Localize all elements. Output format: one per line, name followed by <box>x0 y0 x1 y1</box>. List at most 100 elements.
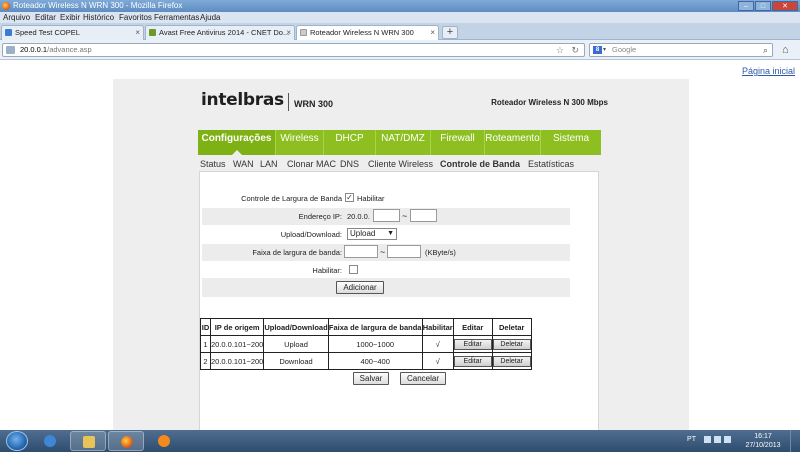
tab-avast[interactable]: Avast Free Antivirus 2014 - CNET Do... × <box>145 25 295 40</box>
menu-ajuda[interactable]: Ajuda <box>200 12 220 23</box>
minimize-icon[interactable]: – <box>738 1 754 11</box>
direction-selected-value: Upload <box>350 229 376 238</box>
url-path: /advance.asp <box>47 45 92 54</box>
menu-editar[interactable]: Editar <box>35 12 56 23</box>
action-center-icon[interactable] <box>704 436 711 443</box>
delete-button[interactable]: Deletar <box>492 338 531 350</box>
navigation-bar: 20.0.0.1/advance.asp ☆ ↻ 8 ▾ Google ⌕ ⌂ <box>0 40 800 60</box>
close-tab-icon[interactable]: × <box>286 26 291 39</box>
window-title: Roteador Wireless N WRN 300 - Mozilla Fi… <box>13 1 183 10</box>
col-band: Faixa de largura de banda <box>327 318 423 336</box>
tab-router[interactable]: Roteador Wireless N WRN 300 × <box>296 25 439 40</box>
band-max-input[interactable] <box>387 245 421 258</box>
delete-button[interactable]: Deletar <box>492 355 531 367</box>
maximize-icon[interactable]: □ <box>755 1 771 11</box>
col-delete: Deletar <box>491 318 532 336</box>
intelbras-logo: intelbras <box>201 90 284 110</box>
taskbar-explorer[interactable] <box>70 431 106 451</box>
ip-label: Endereço IP: <box>298 212 342 221</box>
taskbar-firefox[interactable] <box>108 431 144 451</box>
nav-configuracoes[interactable]: Configurações <box>198 130 276 155</box>
edit-button[interactable]: Editar <box>453 355 492 367</box>
menu-exibir[interactable]: Exibir <box>60 12 80 23</box>
menu-ferramentas[interactable]: Ferramentas <box>154 12 199 23</box>
menu-historico[interactable]: Histórico <box>83 12 114 23</box>
ip-end-input[interactable] <box>410 209 437 222</box>
bookmark-star-icon[interactable]: ☆ <box>556 44 564 56</box>
band-min-input[interactable] <box>344 245 378 258</box>
col-enabled: Habilitar <box>421 318 454 336</box>
row-id: 2 <box>200 352 211 370</box>
search-engine-dropdown-icon[interactable]: ▾ <box>603 44 606 56</box>
nav-roteamento[interactable]: Roteamento <box>485 130 541 155</box>
home-page-link[interactable]: Página inicial <box>742 66 795 76</box>
chevron-down-icon: ▼ <box>387 230 394 237</box>
bw-control-label: Controle de Largura de Banda <box>241 194 342 203</box>
subnav-status[interactable]: Status <box>200 159 226 169</box>
url-bar[interactable]: 20.0.0.1/advance.asp ☆ ↻ <box>2 43 585 57</box>
page-viewport: Página inicial intelbras WRN 300 Roteado… <box>0 61 800 430</box>
show-desktop-button[interactable] <box>790 430 800 452</box>
close-tab-icon[interactable]: × <box>430 26 435 39</box>
subnav-lan[interactable]: LAN <box>260 159 278 169</box>
new-tab-button[interactable]: + <box>442 26 458 39</box>
taskbar-media-player[interactable] <box>146 431 182 451</box>
col-ip: IP de origem <box>209 318 265 336</box>
bw-control-row: Controle de Largura de Banda ✓ Habilitar <box>200 190 570 207</box>
menu-favoritos[interactable]: Favoritos <box>119 12 152 23</box>
clock-date: 27/10/2013 <box>745 442 781 449</box>
table-row: 1 20.0.0.101~200 Upload 1000~1000 √ Edit… <box>200 335 532 353</box>
nav-sistema[interactable]: Sistema <box>541 130 601 155</box>
subnav-cliente-wireless[interactable]: Cliente Wireless <box>368 159 433 169</box>
language-indicator[interactable]: PT <box>687 436 696 443</box>
direction-label: Upload/Download: <box>280 230 342 239</box>
add-button[interactable]: Adicionar <box>336 281 384 294</box>
media-player-icon <box>158 435 170 447</box>
refresh-icon[interactable]: ↻ <box>571 44 579 56</box>
tab-speed-test[interactable]: Speed Test COPEL × <box>1 25 144 40</box>
ip-start-input[interactable] <box>373 209 400 222</box>
site-identity-icon[interactable] <box>6 46 15 54</box>
product-title: Roteador Wireless N 300 Mbps <box>491 98 608 107</box>
cancel-button[interactable]: Cancelar <box>400 372 446 385</box>
table-row: 2 20.0.0.101~200 Download 400~400 √ Edit… <box>200 352 532 370</box>
menu-arquivo[interactable]: Arquivo <box>3 12 30 23</box>
start-button[interactable] <box>6 431 28 451</box>
close-icon[interactable]: ✕ <box>772 1 798 11</box>
subnav-estatisticas[interactable]: Estatísticas <box>528 159 574 169</box>
firefox-icon <box>121 436 133 448</box>
home-icon[interactable]: ⌂ <box>782 44 789 56</box>
tab-label: Avast Free Antivirus 2014 - CNET Do... <box>159 28 290 37</box>
page-favicon-icon <box>300 29 307 36</box>
nav-nat-dmz[interactable]: NAT/DMZ <box>376 130 431 155</box>
subnav-dns[interactable]: DNS <box>340 159 359 169</box>
direction-select[interactable]: Upload ▼ <box>347 228 397 240</box>
enable-checkbox[interactable] <box>349 265 358 274</box>
clock[interactable]: 16:17 27/10/2013 <box>741 432 785 450</box>
band-label: Faixa de largura de banda: <box>252 248 342 257</box>
subnav-controle-de-banda[interactable]: Controle de Banda <box>440 159 520 169</box>
bw-control-checkbox[interactable]: ✓ <box>345 193 354 202</box>
search-placeholder: Google <box>612 45 637 54</box>
nav-firewall[interactable]: Firewall <box>431 130 485 155</box>
close-tab-icon[interactable]: × <box>135 26 140 39</box>
firefox-icon <box>2 2 10 10</box>
search-bar[interactable]: 8 ▾ Google ⌕ <box>589 43 773 57</box>
row-band: 1000~1000 <box>327 335 423 353</box>
nav-wireless[interactable]: Wireless <box>276 130 324 155</box>
search-icon[interactable]: ⌕ <box>763 44 768 56</box>
subnav-clonar-mac[interactable]: Clonar MAC <box>287 159 336 169</box>
internet-explorer-icon <box>44 435 56 447</box>
nav-dhcp[interactable]: DHCP <box>324 130 376 155</box>
window-titlebar: Roteador Wireless N WRN 300 - Mozilla Fi… <box>0 0 800 12</box>
save-button[interactable]: Salvar <box>353 372 389 385</box>
search-engine-icon[interactable]: 8 <box>593 46 602 54</box>
taskbar-ie[interactable] <box>32 431 68 451</box>
row-enabled: √ <box>421 352 454 370</box>
volume-icon[interactable] <box>724 436 731 443</box>
logo-divider <box>288 93 289 111</box>
network-icon[interactable] <box>714 436 721 443</box>
subnav-wan[interactable]: WAN <box>233 159 254 169</box>
add-row: Adicionar <box>202 278 570 297</box>
edit-button[interactable]: Editar <box>453 338 492 350</box>
